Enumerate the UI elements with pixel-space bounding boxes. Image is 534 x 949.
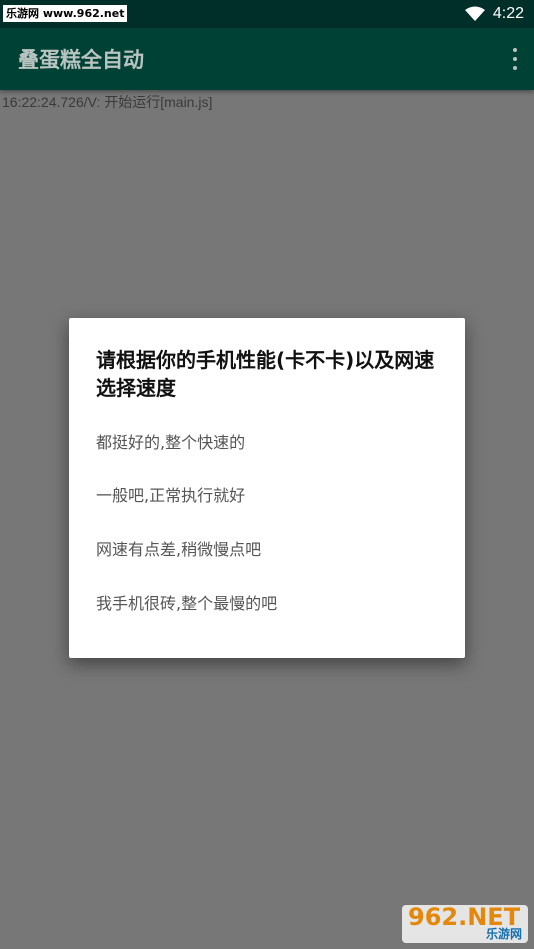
watermark-top: 乐游网 www.962.net — [3, 5, 128, 22]
more-vert-icon[interactable] — [510, 48, 520, 70]
app-bar: 叠蛋糕全自动 — [0, 28, 534, 90]
app-title: 叠蛋糕全自动 — [18, 48, 144, 72]
dialog-option-slow[interactable]: 网速有点差,稍微慢点吧 — [96, 535, 436, 565]
status-bar: 乐游网 www.962.net 4:22 — [0, 0, 534, 28]
watermark-logo: 962.NET 乐游网 — [402, 903, 528, 943]
status-right: 4:22 — [464, 0, 524, 28]
dialog-option-fast[interactable]: 都挺好的,整个快速的 — [96, 428, 436, 458]
watermark-small-text: 乐游网 — [485, 927, 522, 941]
wifi-icon — [464, 6, 485, 21]
log-line: 16:22:24.726/V: 开始运行[main.js] — [2, 94, 213, 110]
dialog-title: 请根据你的手机性能(卡不卡)以及网速选择速度 — [96, 348, 435, 400]
speed-select-dialog: 请根据你的手机性能(卡不卡)以及网速选择速度 都挺好的,整个快速的 一般吧,正常… — [69, 318, 465, 658]
status-time: 4:22 — [492, 5, 524, 22]
dialog-option-slowest[interactable]: 我手机很砖,整个最慢的吧 — [96, 589, 436, 619]
dialog-option-normal[interactable]: 一般吧,正常执行就好 — [96, 481, 436, 511]
